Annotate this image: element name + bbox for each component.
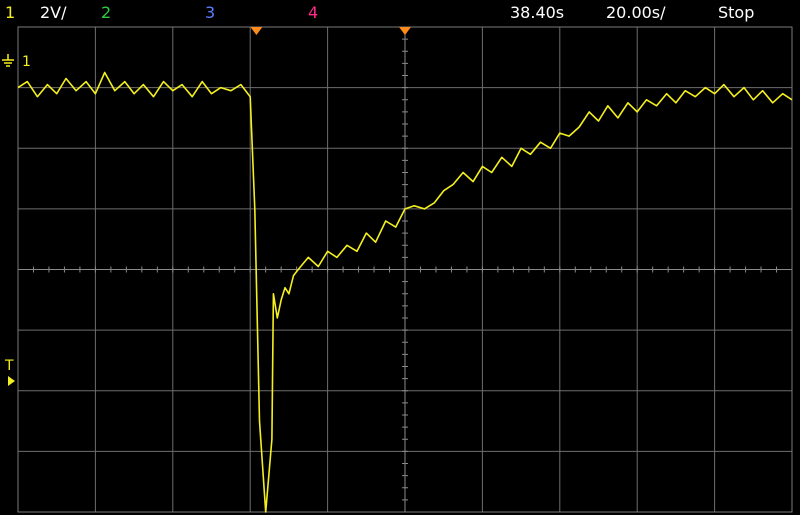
- trigger-position-marker-icon[interactable]: [399, 27, 411, 35]
- horizontal-delay[interactable]: 38.40s: [510, 3, 564, 23]
- channel4-indicator[interactable]: 4: [308, 3, 318, 23]
- time-reference-marker-icon[interactable]: [250, 27, 263, 35]
- channel2-indicator[interactable]: 2: [101, 3, 111, 23]
- trigger-level-marker-icon[interactable]: [8, 376, 15, 386]
- run-stop-status[interactable]: Stop: [718, 3, 754, 23]
- timebase-scale[interactable]: 20.00s/: [606, 3, 666, 23]
- trigger-level-label: T: [5, 358, 14, 374]
- channel1-ground-label: 1: [22, 54, 31, 70]
- oscilloscope-screen: 1 2V/ 2 3 4 38.40s 20.00s/ Stop 1 T: [0, 0, 800, 515]
- waveform-plot: [2, 26, 793, 513]
- channel1-ground-icon[interactable]: [2, 54, 14, 67]
- channel1-indicator[interactable]: 1: [5, 3, 15, 23]
- status-bar: 1 2V/ 2 3 4 38.40s 20.00s/ Stop: [0, 0, 800, 26]
- channel3-indicator[interactable]: 3: [205, 3, 215, 23]
- graticule: [18, 27, 792, 512]
- channel1-scale[interactable]: 2V/: [40, 3, 67, 23]
